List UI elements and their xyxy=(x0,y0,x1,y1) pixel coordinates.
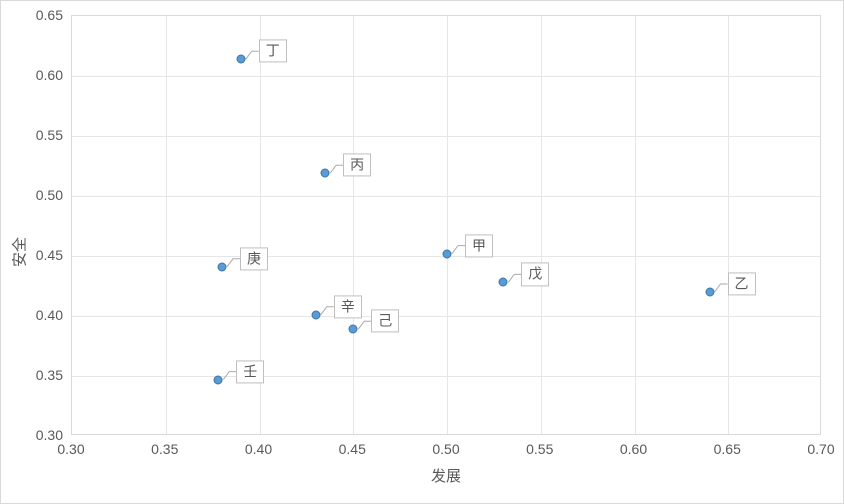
data-label: 辛 xyxy=(334,295,362,318)
data-point xyxy=(218,262,227,271)
x-tick-label: 0.55 xyxy=(526,441,553,457)
y-tick-label: 0.55 xyxy=(36,127,63,143)
data-label: 壬 xyxy=(236,360,264,383)
data-label: 丙 xyxy=(343,154,371,177)
y-axis-label: 安全 xyxy=(9,237,30,267)
gridline-vertical xyxy=(447,16,448,434)
data-label: 乙 xyxy=(728,272,756,295)
gridline-vertical xyxy=(635,16,636,434)
data-label: 庚 xyxy=(240,247,268,270)
y-tick-label: 0.40 xyxy=(36,307,63,323)
data-point xyxy=(349,325,358,334)
data-point xyxy=(443,249,452,258)
plot-area: 甲乙 丙 丁戊己 庚辛壬 xyxy=(71,15,821,435)
x-tick-label: 0.40 xyxy=(245,441,272,457)
gridline-vertical xyxy=(353,16,354,434)
y-tick-label: 0.60 xyxy=(36,67,63,83)
x-tick-label: 0.30 xyxy=(57,441,84,457)
x-tick-label: 0.65 xyxy=(714,441,741,457)
data-label: 丁 xyxy=(259,40,287,63)
y-tick-label: 0.50 xyxy=(36,187,63,203)
data-point xyxy=(311,310,320,319)
gridline-horizontal xyxy=(72,136,820,137)
gridline-vertical xyxy=(541,16,542,434)
data-point xyxy=(214,375,223,384)
y-tick-label: 0.30 xyxy=(36,427,63,443)
data-label: 甲 xyxy=(465,234,493,257)
gridline-horizontal xyxy=(72,76,820,77)
gridline-horizontal xyxy=(72,316,820,317)
data-point xyxy=(321,169,330,178)
data-point xyxy=(705,288,714,297)
data-point xyxy=(499,278,508,287)
gridline-vertical xyxy=(728,16,729,434)
gridline-vertical xyxy=(166,16,167,434)
chart-container: 甲乙 丙 丁戊己 庚辛壬 安全 发展 0.30 0.35 0.40 0.45 0.50 0.55… xyxy=(0,0,844,504)
data-label: 戊 xyxy=(521,263,549,286)
data-label: 己 xyxy=(371,310,399,333)
x-axis-label: 发展 xyxy=(431,465,461,486)
gridline-horizontal xyxy=(72,376,820,377)
x-tick-label: 0.60 xyxy=(620,441,647,457)
x-tick-label: 0.50 xyxy=(432,441,459,457)
y-tick-label: 0.35 xyxy=(36,367,63,383)
x-tick-label: 0.45 xyxy=(339,441,366,457)
y-tick-label: 0.65 xyxy=(36,7,63,23)
y-tick-label: 0.45 xyxy=(36,247,63,263)
x-tick-label: 0.35 xyxy=(151,441,178,457)
gridline-horizontal xyxy=(72,196,820,197)
data-point xyxy=(236,55,245,64)
x-tick-label: 0.70 xyxy=(807,441,834,457)
